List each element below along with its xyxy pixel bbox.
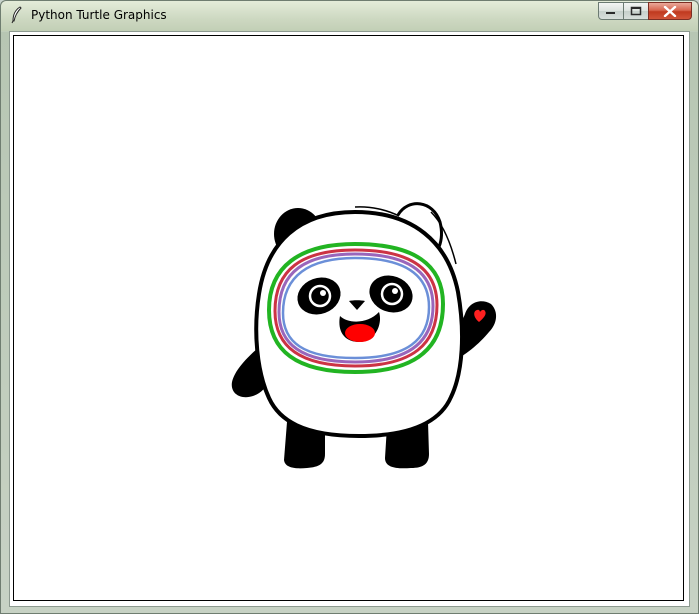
panda-drawing xyxy=(231,202,497,469)
app-window: Python Turtle Graphics xyxy=(0,0,699,614)
title-bar[interactable]: Python Turtle Graphics xyxy=(1,1,698,31)
left-eye xyxy=(308,284,332,308)
maximize-icon xyxy=(630,6,642,16)
turtle-canvas[interactable] xyxy=(13,35,684,601)
window-title: Python Turtle Graphics xyxy=(31,8,167,22)
tongue xyxy=(345,324,375,342)
right-eye xyxy=(380,282,404,306)
close-button[interactable] xyxy=(648,2,692,20)
maximize-button[interactable] xyxy=(623,2,649,20)
close-icon xyxy=(663,5,677,17)
feather-icon xyxy=(9,6,25,24)
window-client-area xyxy=(9,31,690,607)
minimize-button[interactable] xyxy=(598,2,624,20)
window-controls xyxy=(598,2,692,22)
minimize-icon xyxy=(606,12,615,14)
